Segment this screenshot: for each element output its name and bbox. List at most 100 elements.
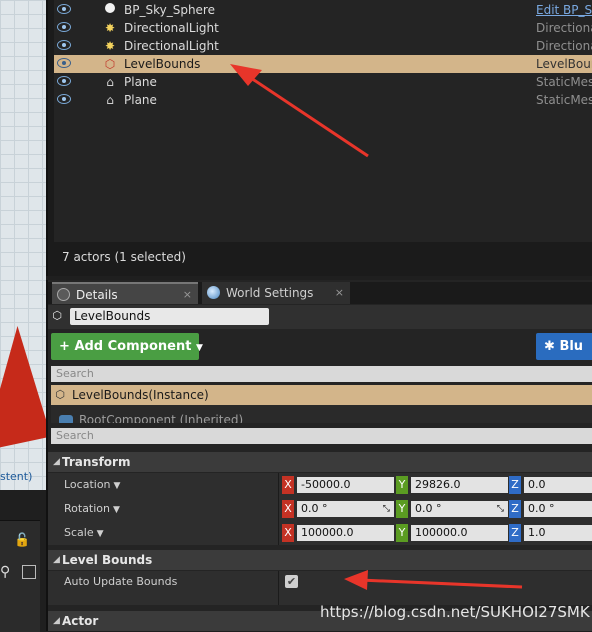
location-label-text: Location xyxy=(64,478,111,491)
column-divider xyxy=(278,473,279,497)
scale-z-field[interactable]: 1.0 xyxy=(524,525,592,541)
z-axis-tag: Z xyxy=(509,476,521,494)
blueprint-label: Blu xyxy=(559,339,584,354)
actor-name-input[interactable]: LevelBounds xyxy=(70,308,269,325)
details-icon xyxy=(57,288,70,301)
level-bounds-icon: ⬡ xyxy=(104,57,116,71)
visibility-eye-icon[interactable] xyxy=(57,4,71,14)
component-tree-row[interactable]: RootComponent (Inherited) xyxy=(51,405,592,423)
rotation-z-field[interactable]: 0.0 ° xyxy=(524,501,592,517)
chevron-down-icon: ▼ xyxy=(113,505,120,515)
search-icon[interactable]: ⚲ xyxy=(0,564,18,582)
instance-label: LevelBounds(Instance) xyxy=(72,388,209,402)
outliner-row[interactable]: ✸ DirectionalLight Directional xyxy=(54,37,592,55)
details-tabbar: Details × World Settings × xyxy=(48,282,592,304)
x-axis-tag: X xyxy=(282,476,294,494)
collapse-triangle-icon: ◢ xyxy=(53,457,60,467)
world-outliner: BP_Sky_Sphere Edit BP_Sl ✸ DirectionalLi… xyxy=(46,0,592,276)
outliner-row-name: Plane xyxy=(124,75,157,89)
add-component-button[interactable]: + Add Component ▼ xyxy=(51,333,203,360)
location-x-field[interactable]: -50000.0 xyxy=(297,477,394,493)
column-divider xyxy=(278,521,279,545)
collapse-triangle-icon: ◢ xyxy=(53,616,60,626)
tab-details-label: Details xyxy=(76,288,118,302)
watermark: https://blog.csdn.net/SUKHOI27SMK xyxy=(320,603,590,621)
sun-light-icon: ✸ xyxy=(104,21,116,35)
location-y-field[interactable]: 29826.0 xyxy=(411,477,508,493)
scale-x-field[interactable]: 100000.0 xyxy=(297,525,394,541)
outliner-row-name: LevelBounds xyxy=(124,57,201,71)
close-icon[interactable]: × xyxy=(183,284,192,306)
chevron-down-icon: ▼ xyxy=(96,529,104,539)
rotation-label-text: Rotation xyxy=(64,502,111,515)
chevron-down-icon: ▼ xyxy=(195,343,203,353)
level-bounds-icon: ⬡ xyxy=(55,388,65,401)
level-viewport[interactable]: stent) xyxy=(0,0,46,490)
static-mesh-icon: ⌂ xyxy=(106,93,114,107)
actor-category-label: Actor xyxy=(62,614,99,628)
outliner-row-type: Directional xyxy=(536,39,592,53)
column-divider xyxy=(278,571,279,605)
static-mesh-icon: ⌂ xyxy=(106,75,114,89)
visibility-eye-icon[interactable] xyxy=(57,94,71,104)
close-icon[interactable]: × xyxy=(335,282,344,304)
rotation-y-field[interactable]: 0.0 ° ⤡ xyxy=(411,501,508,517)
outliner-row-type[interactable]: Edit BP_Sl xyxy=(536,1,592,19)
outliner-row[interactable]: BP_Sky_Sphere Edit BP_Sl xyxy=(54,1,592,19)
x-axis-tag: X xyxy=(282,500,294,518)
outliner-row-name: BP_Sky_Sphere xyxy=(124,3,215,17)
outliner-status: 7 actors (1 selected) xyxy=(62,250,186,264)
rotation-y-value: 0.0 ° xyxy=(415,502,442,515)
scale-label[interactable]: Scale ▼ xyxy=(64,521,104,546)
level-bounds-category[interactable]: ◢ Level Bounds xyxy=(48,550,592,570)
spin-arrows-icon[interactable]: ⤡ xyxy=(383,501,390,517)
rotation-x-field[interactable]: 0.0 ° ⤡ xyxy=(297,501,394,517)
add-component-label: Add Component xyxy=(74,339,192,354)
save-icon[interactable] xyxy=(22,565,36,579)
level-bounds-icon: ⬡ xyxy=(52,309,62,322)
blueprint-button[interactable]: ✱ Blu xyxy=(536,333,592,360)
tab-world-settings[interactable]: World Settings × xyxy=(202,282,350,304)
x-axis-tag: X xyxy=(282,524,294,542)
lock-icon[interactable]: 🔓 xyxy=(14,533,30,549)
y-axis-tag: Y xyxy=(396,524,408,542)
chevron-down-icon: ▼ xyxy=(113,481,121,491)
outliner-row-name: DirectionalLight xyxy=(124,21,219,35)
auto-update-bounds-row: Auto Update Bounds ✔ xyxy=(48,571,592,605)
blueprint-icon: ✱ xyxy=(544,339,555,354)
visibility-eye-icon[interactable] xyxy=(57,40,71,50)
spin-arrows-icon[interactable]: ⤡ xyxy=(497,501,504,517)
visibility-eye-icon[interactable] xyxy=(57,58,71,68)
visibility-eye-icon[interactable] xyxy=(57,76,71,86)
tab-world-settings-label: World Settings xyxy=(226,286,314,300)
component-search-input[interactable]: Search xyxy=(51,366,592,382)
rotation-x-value: 0.0 ° xyxy=(301,502,328,515)
outliner-list: BP_Sky_Sphere Edit BP_Sl ✸ DirectionalLi… xyxy=(54,0,592,242)
root-component-label: RootComponent (Inherited) xyxy=(79,413,244,423)
rotation-label[interactable]: Rotation ▼ xyxy=(64,497,120,522)
sphere-icon xyxy=(102,2,118,18)
scale-label-text: Scale xyxy=(64,526,94,539)
details-search-input[interactable]: Search xyxy=(51,428,592,444)
auto-update-bounds-checkbox[interactable]: ✔ xyxy=(285,575,298,588)
outliner-row[interactable]: ⌂ Plane StaticMesh xyxy=(54,91,592,109)
location-z-field[interactable]: 0.0 xyxy=(524,477,592,493)
outliner-row-selected[interactable]: ⬡ LevelBounds LevelBounc xyxy=(54,55,592,73)
scale-row: Scale ▼ X 100000.0 Y 100000.0 Z 1.0 xyxy=(48,521,592,545)
globe-icon xyxy=(207,286,220,299)
z-axis-tag: Z xyxy=(509,500,521,518)
rotation-row: Rotation ▼ X 0.0 ° ⤡ Y 0.0 ° ⤡ Z 0.0 ° xyxy=(48,497,592,521)
outliner-row-name: Plane xyxy=(124,93,157,107)
tab-details[interactable]: Details × xyxy=(52,282,198,304)
scene-component-icon xyxy=(59,415,73,423)
scale-y-field[interactable]: 100000.0 xyxy=(411,525,508,541)
transform-category[interactable]: ◢ Transform xyxy=(48,452,592,472)
outliner-row-name: DirectionalLight xyxy=(124,39,219,53)
outliner-row-type: StaticMesh xyxy=(536,75,592,89)
outliner-row[interactable]: ⌂ Plane StaticMesh xyxy=(54,73,592,91)
location-label[interactable]: Location ▼ xyxy=(64,473,120,498)
location-row: Location ▼ X -50000.0 Y 29826.0 Z 0.0 xyxy=(48,473,592,497)
level-bounds-category-label: Level Bounds xyxy=(62,553,153,567)
outliner-row[interactable]: ✸ DirectionalLight Directional xyxy=(54,19,592,37)
visibility-eye-icon[interactable] xyxy=(57,22,71,32)
